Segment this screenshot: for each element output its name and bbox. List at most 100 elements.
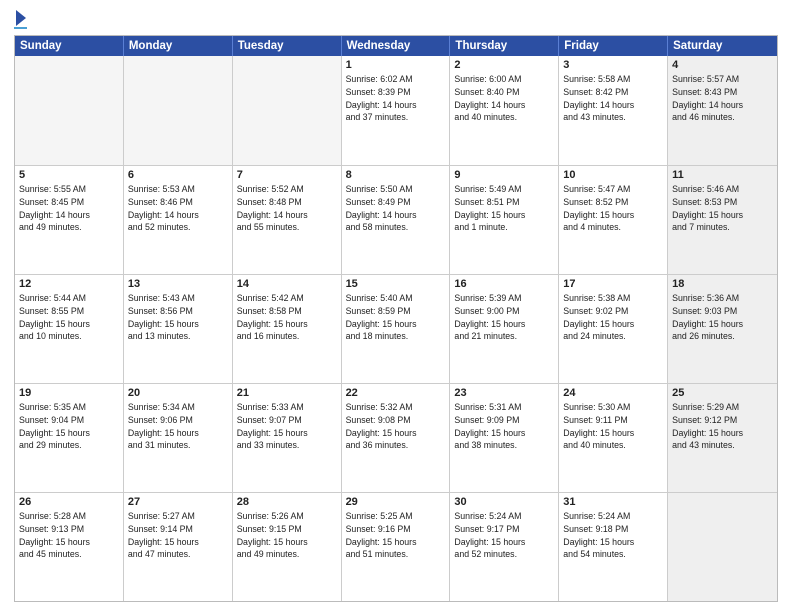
day-info: Sunrise: 5:58 AM Sunset: 8:42 PM Dayligh…	[563, 73, 663, 124]
day-number: 29	[346, 496, 446, 508]
day-info: Sunrise: 5:55 AM Sunset: 8:45 PM Dayligh…	[19, 183, 119, 234]
day-number: 2	[454, 59, 554, 71]
calendar-cell: 20 Sunrise: 5:34 AM Sunset: 9:06 PM Dayli…	[124, 384, 233, 492]
calendar-cell: 26 Sunrise: 5:28 AM Sunset: 9:13 PM Dayli…	[15, 493, 124, 601]
calendar-cell: 2 Sunrise: 6:00 AM Sunset: 8:40 PM Daylig…	[450, 56, 559, 165]
calendar-cell: 6 Sunrise: 5:53 AM Sunset: 8:46 PM Daylig…	[124, 166, 233, 274]
calendar-row-5: 26 Sunrise: 5:28 AM Sunset: 9:13 PM Dayli…	[15, 492, 777, 601]
day-info: Sunrise: 6:02 AM Sunset: 8:39 PM Dayligh…	[346, 73, 446, 124]
calendar-cell: 9 Sunrise: 5:49 AM Sunset: 8:51 PM Daylig…	[450, 166, 559, 274]
day-number: 10	[563, 169, 663, 181]
logo-arrow-icon	[16, 10, 26, 26]
calendar-cell: 29Sunrise: 5:25 AM Sunset: 9:16 PM Dayli…	[342, 493, 451, 601]
day-info: Sunrise: 5:34 AM Sunset: 9:06 PM Dayligh…	[128, 401, 228, 452]
day-info: Sunrise: 5:28 AM Sunset: 9:13 PM Dayligh…	[19, 510, 119, 561]
day-number: 19	[19, 387, 119, 399]
day-number: 14	[237, 278, 337, 290]
day-number: 25	[672, 387, 773, 399]
logo	[14, 10, 27, 29]
calendar-cell: 24 Sunrise: 5:30 AM Sunset: 9:11 PM Dayli…	[559, 384, 668, 492]
calendar-cell: 8 Sunrise: 5:50 AM Sunset: 8:49 PM Daylig…	[342, 166, 451, 274]
calendar-cell: 22 Sunrise: 5:32 AM Sunset: 9:08 PM Dayli…	[342, 384, 451, 492]
calendar-row-4: 19 Sunrise: 5:35 AM Sunset: 9:04 PM Dayli…	[15, 383, 777, 492]
logo-top	[14, 10, 27, 26]
day-info: Sunrise: 5:38 AM Sunset: 9:02 PM Dayligh…	[563, 292, 663, 343]
header-day-monday: Monday	[124, 36, 233, 56]
day-number: 8	[346, 169, 446, 181]
header-day-tuesday: Tuesday	[233, 36, 342, 56]
calendar-cell	[233, 56, 342, 165]
calendar-cell: 10 Sunrise: 5:47 AM Sunset: 8:52 PM Dayli…	[559, 166, 668, 274]
day-info: Sunrise: 5:43 AM Sunset: 8:56 PM Dayligh…	[128, 292, 228, 343]
day-number: 4	[672, 59, 773, 71]
day-number: 1	[346, 59, 446, 71]
day-info: Sunrise: 5:39 AM Sunset: 9:00 PM Dayligh…	[454, 292, 554, 343]
calendar-cell: 5 Sunrise: 5:55 AM Sunset: 8:45 PM Daylig…	[15, 166, 124, 274]
header-day-wednesday: Wednesday	[342, 36, 451, 56]
day-number: 3	[563, 59, 663, 71]
day-number: 24	[563, 387, 663, 399]
day-number: 6	[128, 169, 228, 181]
day-number: 21	[237, 387, 337, 399]
day-info: Sunrise: 5:57 AM Sunset: 8:43 PM Dayligh…	[672, 73, 773, 124]
calendar-row-3: 12Sunrise: 5:44 AM Sunset: 8:55 PM Dayli…	[15, 274, 777, 383]
day-info: Sunrise: 5:46 AM Sunset: 8:53 PM Dayligh…	[672, 183, 773, 234]
calendar-cell: 17 Sunrise: 5:38 AM Sunset: 9:02 PM Dayli…	[559, 275, 668, 383]
header	[14, 10, 778, 29]
day-info: Sunrise: 5:24 AM Sunset: 9:17 PM Dayligh…	[454, 510, 554, 561]
day-info: Sunrise: 5:52 AM Sunset: 8:48 PM Dayligh…	[237, 183, 337, 234]
day-info: Sunrise: 5:50 AM Sunset: 8:49 PM Dayligh…	[346, 183, 446, 234]
calendar-cell: 1 Sunrise: 6:02 AM Sunset: 8:39 PM Daylig…	[342, 56, 451, 165]
calendar-header: SundayMondayTuesdayWednesdayThursdayFrid…	[15, 36, 777, 56]
header-day-sunday: Sunday	[15, 36, 124, 56]
day-info: Sunrise: 5:49 AM Sunset: 8:51 PM Dayligh…	[454, 183, 554, 234]
calendar-cell: 14 Sunrise: 5:42 AM Sunset: 8:58 PM Dayli…	[233, 275, 342, 383]
day-info: Sunrise: 5:29 AM Sunset: 9:12 PM Dayligh…	[672, 401, 773, 452]
calendar-row-1: 1 Sunrise: 6:02 AM Sunset: 8:39 PM Daylig…	[15, 56, 777, 165]
calendar-cell: 4 Sunrise: 5:57 AM Sunset: 8:43 PM Daylig…	[668, 56, 777, 165]
day-info: Sunrise: 5:35 AM Sunset: 9:04 PM Dayligh…	[19, 401, 119, 452]
calendar-cell	[15, 56, 124, 165]
day-number: 26	[19, 496, 119, 508]
day-info: Sunrise: 5:42 AM Sunset: 8:58 PM Dayligh…	[237, 292, 337, 343]
header-day-saturday: Saturday	[668, 36, 777, 56]
calendar-cell: 27Sunrise: 5:27 AM Sunset: 9:14 PM Dayli…	[124, 493, 233, 601]
day-number: 22	[346, 387, 446, 399]
day-number: 9	[454, 169, 554, 181]
day-number: 16	[454, 278, 554, 290]
calendar-cell: 16 Sunrise: 5:39 AM Sunset: 9:00 PM Dayli…	[450, 275, 559, 383]
day-info: Sunrise: 5:47 AM Sunset: 8:52 PM Dayligh…	[563, 183, 663, 234]
day-number: 17	[563, 278, 663, 290]
calendar: SundayMondayTuesdayWednesdayThursdayFrid…	[14, 35, 778, 602]
calendar-row-2: 5 Sunrise: 5:55 AM Sunset: 8:45 PM Daylig…	[15, 165, 777, 274]
calendar-cell: 19 Sunrise: 5:35 AM Sunset: 9:04 PM Dayli…	[15, 384, 124, 492]
day-info: Sunrise: 5:30 AM Sunset: 9:11 PM Dayligh…	[563, 401, 663, 452]
day-number: 28	[237, 496, 337, 508]
calendar-cell: 25 Sunrise: 5:29 AM Sunset: 9:12 PM Dayli…	[668, 384, 777, 492]
day-info: Sunrise: 5:24 AM Sunset: 9:18 PM Dayligh…	[563, 510, 663, 561]
calendar-cell: 13 Sunrise: 5:43 AM Sunset: 8:56 PM Dayli…	[124, 275, 233, 383]
calendar-cell	[124, 56, 233, 165]
calendar-body: 1 Sunrise: 6:02 AM Sunset: 8:39 PM Daylig…	[15, 56, 777, 601]
calendar-cell: 7 Sunrise: 5:52 AM Sunset: 8:48 PM Daylig…	[233, 166, 342, 274]
day-number: 13	[128, 278, 228, 290]
day-info: Sunrise: 5:31 AM Sunset: 9:09 PM Dayligh…	[454, 401, 554, 452]
calendar-cell	[668, 493, 777, 601]
day-info: Sunrise: 5:53 AM Sunset: 8:46 PM Dayligh…	[128, 183, 228, 234]
day-info: Sunrise: 5:36 AM Sunset: 9:03 PM Dayligh…	[672, 292, 773, 343]
day-number: 20	[128, 387, 228, 399]
day-number: 7	[237, 169, 337, 181]
day-number: 12	[19, 278, 119, 290]
day-info: Sunrise: 5:26 AM Sunset: 9:15 PM Dayligh…	[237, 510, 337, 561]
calendar-cell: 11Sunrise: 5:46 AM Sunset: 8:53 PM Dayli…	[668, 166, 777, 274]
day-number: 31	[563, 496, 663, 508]
calendar-cell: 28 Sunrise: 5:26 AM Sunset: 9:15 PM Dayli…	[233, 493, 342, 601]
day-info: Sunrise: 5:32 AM Sunset: 9:08 PM Dayligh…	[346, 401, 446, 452]
calendar-cell: 30Sunrise: 5:24 AM Sunset: 9:17 PM Dayli…	[450, 493, 559, 601]
day-info: Sunrise: 6:00 AM Sunset: 8:40 PM Dayligh…	[454, 73, 554, 124]
logo-underline	[14, 27, 27, 29]
day-number: 5	[19, 169, 119, 181]
day-number: 15	[346, 278, 446, 290]
calendar-cell: 31 Sunrise: 5:24 AM Sunset: 9:18 PM Dayli…	[559, 493, 668, 601]
page: SundayMondayTuesdayWednesdayThursdayFrid…	[0, 0, 792, 612]
